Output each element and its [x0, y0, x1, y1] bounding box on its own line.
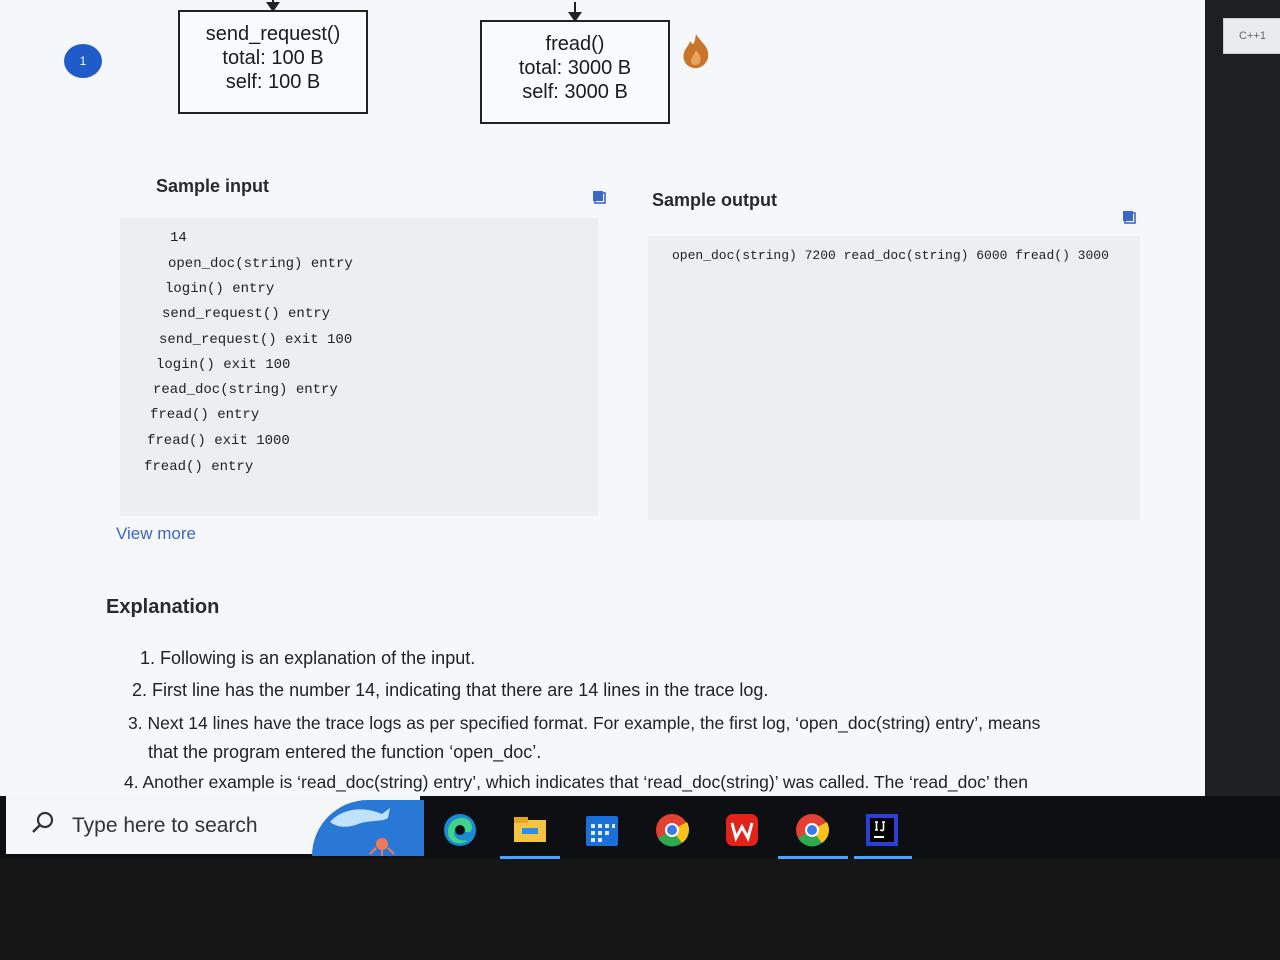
- call-node-send-request: send_request() total: 100 B self: 100 B: [178, 0, 368, 114]
- intellij-icon[interactable]: [864, 812, 900, 848]
- input-line: read_doc(string) entry: [153, 382, 338, 398]
- copy-icon[interactable]: [592, 190, 606, 204]
- active-indicator: [778, 856, 848, 859]
- input-line: login() exit 100: [156, 357, 291, 373]
- explanation-item: 2. First line has the number 14, indicat…: [132, 680, 769, 700]
- sample-input-code: 14 open_doc(string) entry login() entry …: [120, 218, 598, 516]
- sample-output-code: open_doc(string) 7200 read_doc(string) 6…: [648, 236, 1140, 520]
- output-line: open_doc(string) 7200 read_doc(string) 6…: [672, 248, 1109, 263]
- explanation-item: that the program entered the function ‘o…: [148, 742, 542, 762]
- input-line: open_doc(string) entry: [168, 256, 353, 272]
- edge-icon[interactable]: [442, 812, 478, 848]
- taskbar: Type here to search: [0, 796, 1280, 859]
- step-badge: 1: [64, 44, 102, 78]
- input-line: 14: [170, 230, 187, 246]
- call-node-fread: fread() total: 3000 B self: 3000 B: [480, 2, 670, 124]
- input-line: login() entry: [165, 281, 275, 297]
- input-line: send_request() exit 100: [159, 332, 353, 348]
- node-self: self: 100 B: [225, 71, 321, 93]
- chrome-icon[interactable]: [654, 812, 690, 848]
- search-icon: [32, 811, 54, 833]
- input-line: fread() entry: [144, 459, 254, 475]
- calendar-icon[interactable]: [584, 812, 620, 848]
- node-self: self: 3000 B: [522, 81, 628, 103]
- search-placeholder: Type here to search: [72, 814, 258, 837]
- view-more-link[interactable]: View more: [116, 524, 196, 544]
- node-name: send_request(): [205, 23, 341, 45]
- node-total: total: 3000 B: [518, 57, 632, 79]
- explanation-item: 3. Next 14 lines have the trace logs as …: [128, 713, 1041, 733]
- node-total: total: 100 B: [222, 47, 324, 69]
- sample-input-title: Sample input: [156, 176, 270, 196]
- wps-office-icon[interactable]: [724, 812, 760, 848]
- copy-icon[interactable]: [1122, 210, 1136, 224]
- input-line: send_request() entry: [162, 306, 331, 322]
- explanation-item: 4. Another example is ‘read_doc(string) …: [124, 772, 1028, 792]
- problem-page: 1 send_request() total: 100 B self: 100 …: [0, 0, 1205, 808]
- flame-icon: [683, 34, 709, 69]
- search-highlight-image: [312, 800, 424, 856]
- input-line: fread() entry: [150, 407, 260, 423]
- language-tab[interactable]: C++1: [1223, 18, 1280, 54]
- sample-output-title: Sample output: [652, 190, 777, 210]
- explanation-title: Explanation: [106, 596, 220, 618]
- node-name: fread(): [545, 33, 605, 55]
- file-explorer-icon[interactable]: [512, 812, 548, 848]
- explanation-item: 1. Following is an explanation of the in…: [140, 648, 476, 668]
- chrome-icon[interactable]: [794, 812, 830, 848]
- input-line: fread() exit 1000: [147, 433, 290, 449]
- active-indicator: [500, 856, 560, 859]
- editor-pane: C++1: [1205, 0, 1280, 808]
- screen: 1 send_request() total: 100 B self: 100 …: [0, 0, 1280, 808]
- active-indicator: [854, 856, 912, 859]
- taskbar-search[interactable]: Type here to search: [6, 796, 424, 856]
